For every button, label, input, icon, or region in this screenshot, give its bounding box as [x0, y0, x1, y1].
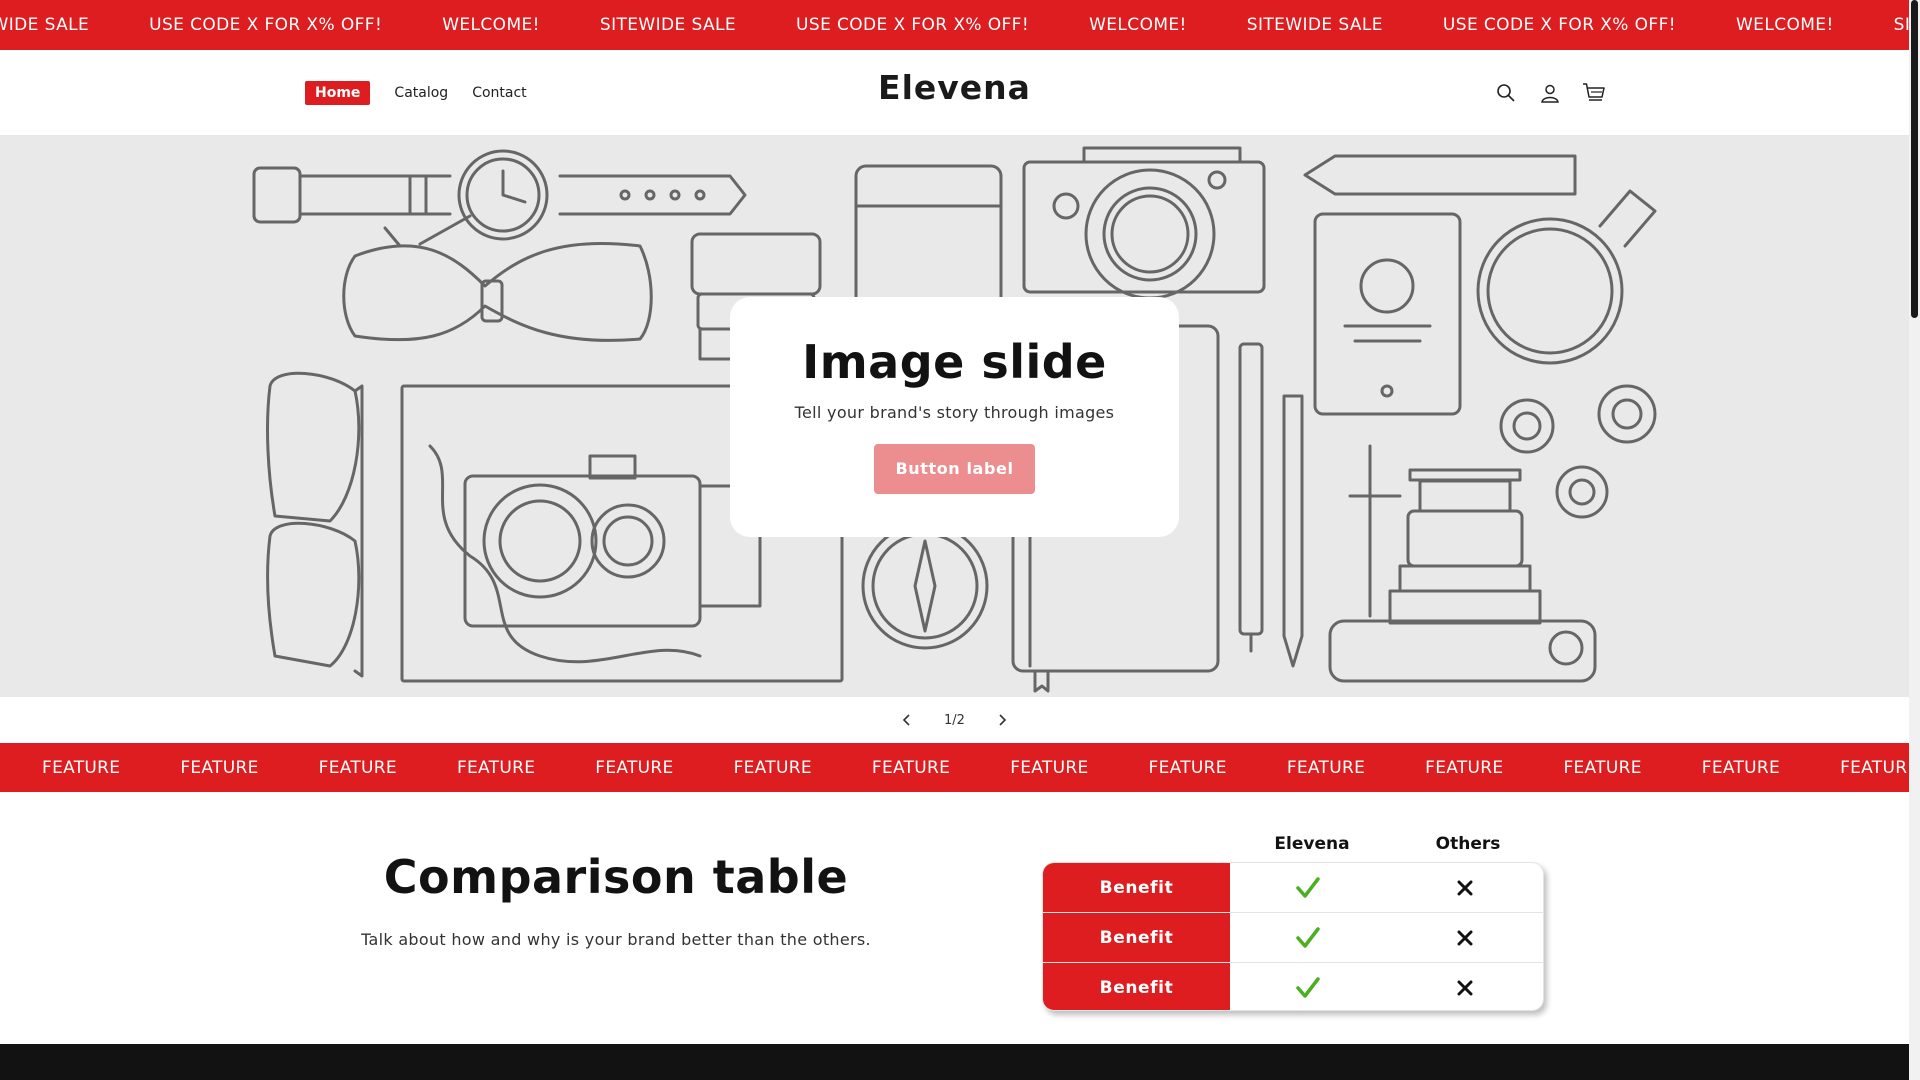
site-header: Home Catalog Contact Elevena: [0, 50, 1909, 136]
column-header-others: Others: [1435, 834, 1501, 854]
benefit-label: Benefit: [1043, 913, 1230, 962]
scrollbar-thumb[interactable]: [1911, 0, 1918, 318]
marquee-item: FEATURE: [1010, 757, 1089, 778]
chevron-right-icon[interactable]: [987, 705, 1017, 735]
table-row: Benefit: [1043, 963, 1543, 1010]
page: SITEWIDE SALE USE CODE X FOR X% OFF! WELCO…: [0, 0, 1909, 1080]
comparison-text: Talk about how and why is your brand bet…: [361, 930, 871, 949]
benefit-label: Benefit: [1043, 963, 1230, 1010]
cart-icon[interactable]: [1581, 80, 1607, 106]
marquee-item: FEATURE: [42, 757, 121, 778]
comparison-intro: Comparison table Talk about how and why …: [316, 850, 916, 949]
marquee-item: FEATURE: [1701, 757, 1781, 778]
hero-slideshow: Image slide Tell your brand's story thro…: [0, 136, 1909, 697]
marquee-item: FEATURE: [1425, 757, 1504, 778]
account-icon[interactable]: [1537, 80, 1563, 106]
marquee-item: WELCOME!: [1735, 15, 1834, 35]
check-icon: [1230, 913, 1386, 962]
announcement-bar: SITEWIDE SALE USE CODE X FOR X% OFF! WELCO…: [0, 0, 1909, 50]
marquee-item: FEATURE: [733, 757, 812, 778]
page-scrollbar[interactable]: [1909, 0, 1920, 1080]
nav-contact[interactable]: Contact: [472, 82, 526, 104]
marquee-item: FEATURE: [318, 757, 397, 778]
nav-catalog[interactable]: Catalog: [394, 82, 448, 104]
site-footer: [0, 1044, 1909, 1080]
site-logo[interactable]: Elevena: [878, 68, 1031, 107]
check-icon: [1230, 963, 1386, 1010]
marquee-item: FEATURE: [180, 757, 259, 778]
search-icon[interactable]: [1493, 80, 1519, 106]
marquee-item: SITEWIDE SALE: [599, 15, 737, 35]
feature-bar: FEATURE FEATURE FEATURE FEATURE FEATURE FEATU…: [0, 743, 1909, 792]
hero-subtitle: Tell your brand's story through images: [794, 403, 1115, 422]
marquee-item: FEATURE: [1286, 757, 1366, 778]
marquee-item: WELCOME!: [1089, 15, 1187, 35]
main-nav: Home Catalog Contact: [305, 81, 551, 105]
slide-counter: 1/2: [944, 712, 965, 728]
table-row: Benefit: [1043, 863, 1543, 913]
announcement-marquee: SITEWIDE SALE USE CODE X FOR X% OFF! WELCO…: [0, 0, 1909, 50]
slider-controls: 1/2: [0, 697, 1909, 743]
marquee-item: USE CODE X FOR X% OFF!: [796, 15, 1030, 35]
comparison-title: Comparison table: [383, 850, 849, 904]
table-row: Benefit: [1043, 913, 1543, 963]
marquee-item: USE CODE X FOR X% OFF!: [1442, 15, 1676, 35]
hero-title: Image slide: [802, 335, 1107, 389]
header-icons: [1493, 80, 1625, 106]
marquee-item: SITEWIDE SALE: [1246, 15, 1383, 35]
hero-button[interactable]: Button label: [874, 444, 1035, 494]
marquee-item: FEATURE: [871, 757, 951, 778]
marquee-item: FEATURE: [1563, 757, 1642, 778]
marquee-item: SITEWIDE SALE: [0, 15, 90, 35]
marquee-item: WELCOME!: [442, 15, 540, 35]
benefit-label: Benefit: [1043, 863, 1230, 912]
feature-marquee: FEATURE FEATURE FEATURE FEATURE FEATURE FEATU…: [42, 743, 1909, 792]
marquee-item: SITEWIDE SALE: [1893, 15, 1909, 35]
chevron-left-icon[interactable]: [892, 705, 922, 735]
nav-home[interactable]: Home: [305, 81, 371, 105]
cross-icon: [1386, 963, 1543, 1010]
marquee-item: FEATURE: [456, 757, 536, 778]
hero-card: Image slide Tell your brand's story thro…: [730, 297, 1179, 537]
comparison-table: Benefit Benefit Benefit: [1042, 862, 1544, 1011]
marquee-item: FEATURE: [1840, 757, 1909, 778]
marquee-item: FEATURE: [1148, 757, 1227, 778]
marquee-item: FEATURE: [595, 757, 674, 778]
check-icon: [1230, 863, 1386, 912]
cross-icon: [1386, 863, 1543, 912]
marquee-item: USE CODE X FOR X% OFF!: [149, 15, 383, 35]
cross-icon: [1386, 913, 1543, 962]
